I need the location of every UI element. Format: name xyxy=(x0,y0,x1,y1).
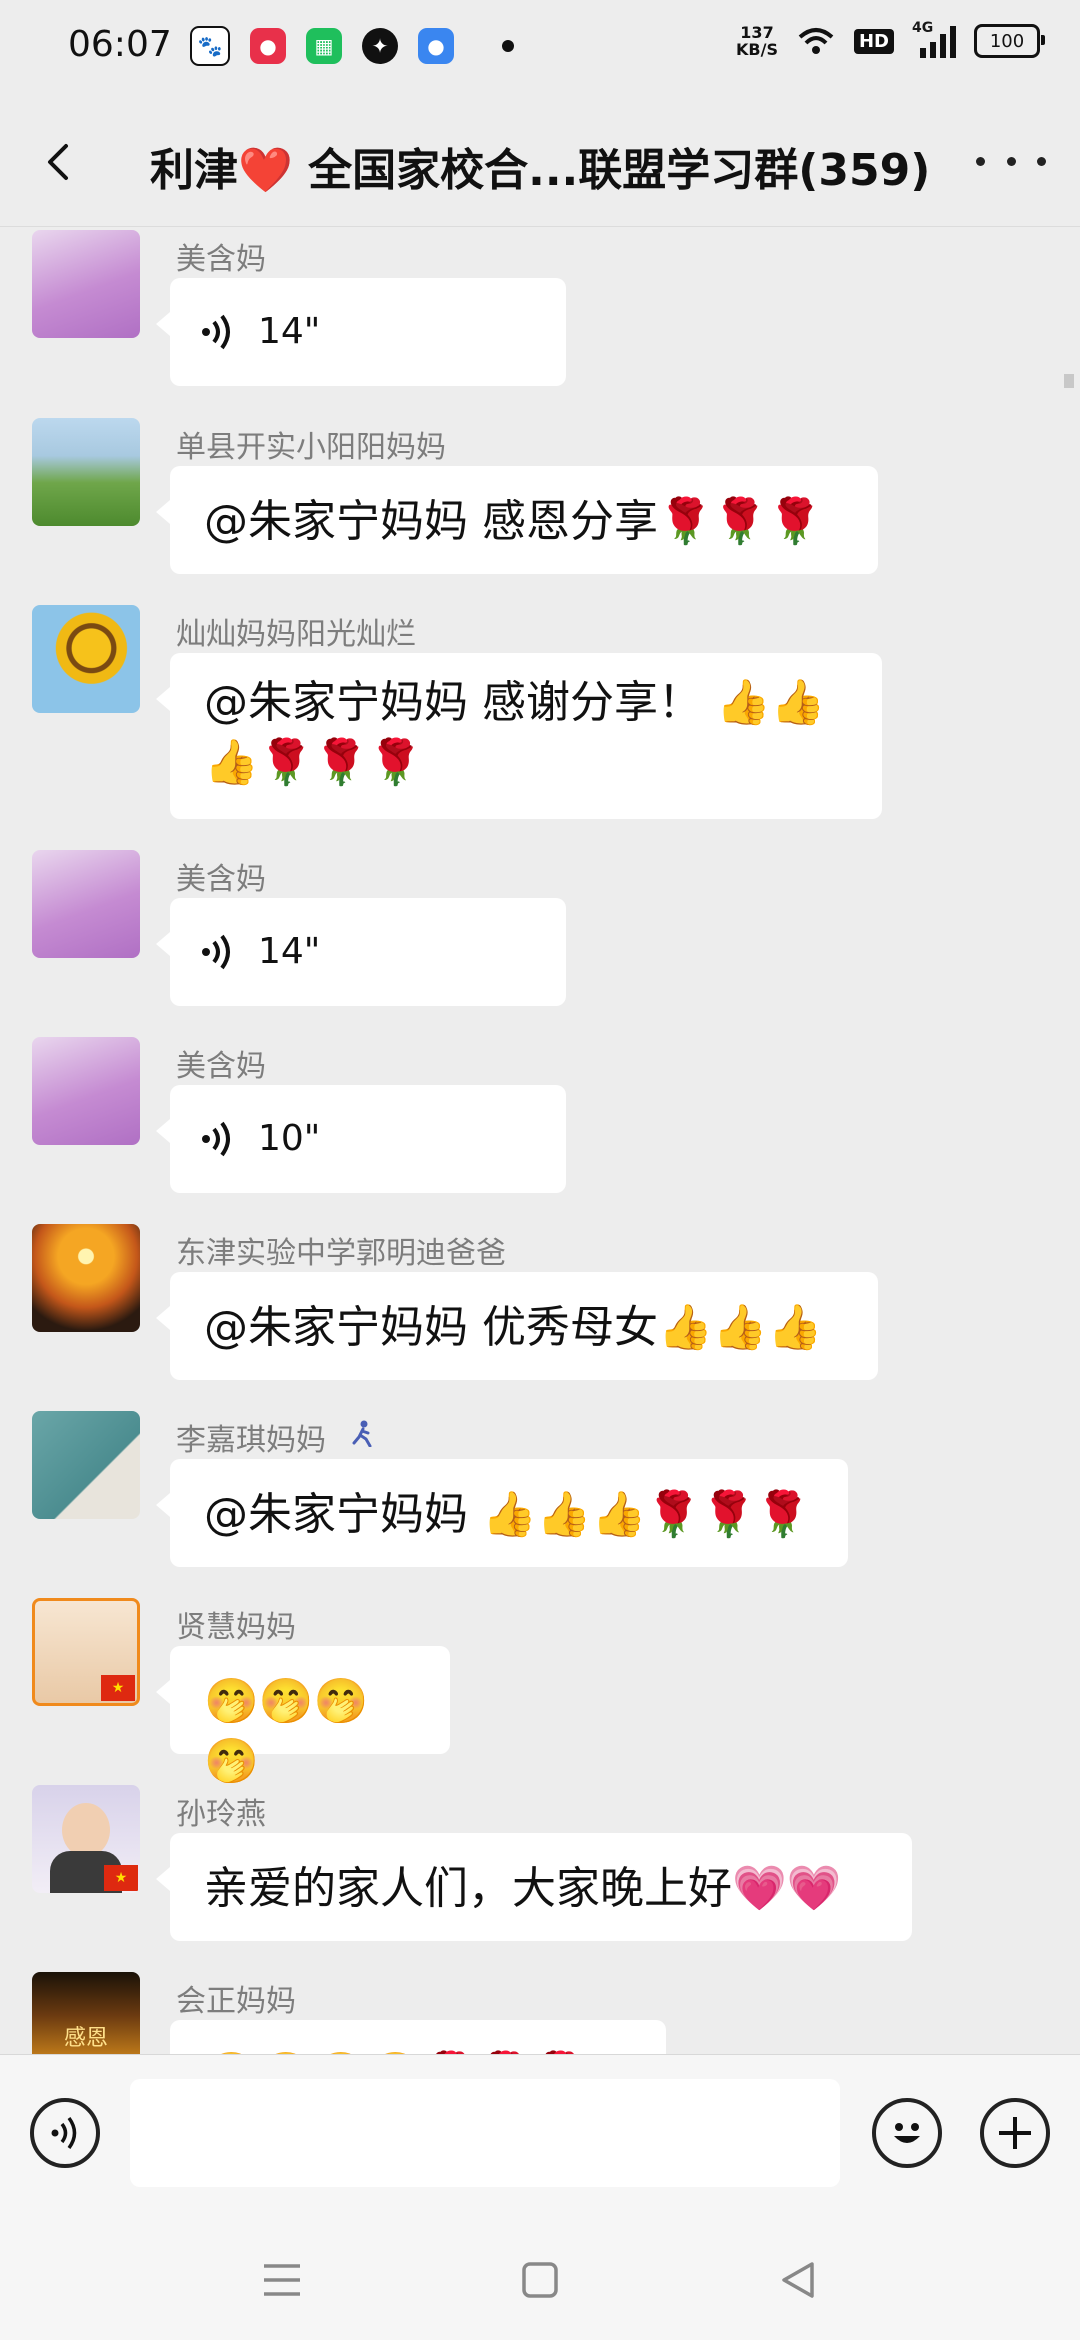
net-speed-unit: KB/S xyxy=(736,40,778,59)
sender-name: 美含妈 xyxy=(176,242,266,277)
status-app-icons: 🐾 ● ▦ ✦ ● xyxy=(190,26,514,66)
sender-name: 东津实验中学郭明迪爸爸 xyxy=(176,1236,506,1271)
net-speed: 137 KB/S xyxy=(736,24,778,58)
text-message-bubble[interactable]: 🤭🤭🤭🤭🌹🌹🌹🌹 xyxy=(170,2020,666,2054)
sender-name: 贤慧妈妈 xyxy=(176,1610,296,1645)
avatar-caption: 感恩 xyxy=(63,2026,108,2051)
net-speed-value: 137 xyxy=(740,23,774,42)
voice-wave-icon xyxy=(202,1121,230,1157)
walking-status-icon xyxy=(352,1420,372,1447)
voice-message-bubble[interactable]: 14" xyxy=(156,898,566,1006)
more-dot-icon xyxy=(1037,156,1046,166)
battery-icon: 100 xyxy=(974,24,1045,58)
sender-name: 单县开实小阳阳妈妈 xyxy=(176,430,446,465)
smiley-icon xyxy=(894,2123,920,2143)
message-input[interactable] xyxy=(130,2079,840,2187)
text-message-bubble[interactable]: @朱家宁妈妈 优秀母女👍👍👍 xyxy=(156,1272,878,1380)
more-dot-icon xyxy=(1006,156,1016,166)
avatar[interactable]: 感恩 xyxy=(32,1972,140,2054)
avatar[interactable]: ★ xyxy=(32,1785,140,1893)
sender-name: 美含妈 xyxy=(176,1049,266,1084)
back-arrow-icon[interactable] xyxy=(30,132,90,192)
home-icon[interactable] xyxy=(510,2250,570,2310)
battery-level: 100 xyxy=(989,30,1025,52)
hd-icon: HD xyxy=(853,28,894,54)
message-text: 🤭🤭🤭🤭 xyxy=(204,1676,369,1787)
avatar[interactable] xyxy=(32,230,140,338)
message-text: @朱家宁妈妈 👍👍👍🌹🌹🌹 xyxy=(204,1489,811,1540)
wifi-icon xyxy=(798,28,834,54)
more-dot-icon xyxy=(976,156,985,166)
text-message-bubble[interactable]: @朱家宁妈妈 感恩分享🌹🌹🌹 xyxy=(156,466,878,574)
emoji-button[interactable] xyxy=(872,2098,942,2168)
red-app-icon: ● xyxy=(250,28,286,64)
avatar[interactable] xyxy=(32,1411,140,1519)
voice-wave-icon xyxy=(51,2116,77,2150)
text-message-bubble[interactable]: @朱家宁妈妈 感谢分享！ 👍👍 👍🌹🌹🌹 xyxy=(156,653,882,819)
signal-icon: 4G xyxy=(912,20,956,58)
sender-name: 会正妈妈 xyxy=(176,1984,296,2019)
chat-title: 利津❤️ 全国家校合...联盟学习群(359) xyxy=(150,145,931,196)
avatar[interactable] xyxy=(32,850,140,958)
message-text: @朱家宁妈妈 优秀母女👍👍👍 xyxy=(204,1302,823,1353)
voice-message-bubble[interactable]: 10" xyxy=(156,1085,566,1193)
chat-app-icon: ● xyxy=(418,28,454,64)
status-indicators: 137 KB/S HD 4G 100 xyxy=(736,20,1045,58)
message-text: @朱家宁妈妈 感恩分享🌹🌹🌹 xyxy=(204,496,823,547)
voice-duration: 10" xyxy=(258,1118,321,1159)
flag-icon: ★ xyxy=(104,1865,138,1891)
text-message-bubble[interactable]: 亲爱的家人们，大家晚上好💗💗 xyxy=(156,1833,912,1941)
scroll-indicator[interactable] xyxy=(1064,374,1074,388)
notification-dot-icon xyxy=(502,40,514,52)
voice-duration: 14" xyxy=(258,931,321,972)
message-text-line: @朱家宁妈妈 感谢分享！ 👍👍 xyxy=(204,677,826,728)
voice-wave-icon xyxy=(202,314,230,350)
text-message-bubble[interactable]: 🤭🤭🤭🤭 xyxy=(156,1646,450,1787)
avatar[interactable] xyxy=(32,1224,140,1332)
status-time: 06:07 xyxy=(68,24,172,65)
sender-name: 灿灿妈妈阳光灿烂 xyxy=(176,617,416,652)
avatar[interactable]: ★ xyxy=(32,1598,140,1706)
avatar[interactable] xyxy=(32,418,140,526)
avatar[interactable] xyxy=(32,605,140,713)
status-bar: 06:07 🐾 ● ▦ ✦ ● 137 KB/S HD 4G 100 xyxy=(0,0,1080,96)
input-bar xyxy=(0,2054,1080,2221)
sender-name: 美含妈 xyxy=(176,862,266,897)
message-text-line: 👍🌹🌹🌹 xyxy=(204,737,424,788)
menu-icon[interactable] xyxy=(252,2250,312,2310)
message-list[interactable]: 美含妈 14" 单县开实小阳阳妈妈 @朱家宁妈妈 感恩分享🌹🌹🌹 灿灿妈妈阳光灿… xyxy=(0,226,1080,2054)
message-text: 亲爱的家人们，大家晚上好💗💗 xyxy=(204,1863,842,1914)
sender-name: 孙玲燕 xyxy=(176,1797,266,1832)
green-app-icon: ▦ xyxy=(306,28,342,64)
add-attachment-button[interactable] xyxy=(980,2098,1050,2168)
more-options-button[interactable] xyxy=(976,136,1046,186)
flag-icon: ★ xyxy=(101,1675,135,1701)
avatar[interactable] xyxy=(32,1037,140,1145)
bird-app-icon: ✦ xyxy=(362,28,398,64)
voice-message-bubble[interactable]: 14" xyxy=(156,278,566,386)
voice-input-button[interactable] xyxy=(30,2098,100,2168)
paw-app-icon: 🐾 xyxy=(190,26,230,66)
chat-header: 利津❤️ 全国家校合...联盟学习群(359) xyxy=(0,96,1080,227)
system-nav-bar xyxy=(0,2220,1080,2340)
text-message-bubble[interactable]: @朱家宁妈妈 👍👍👍🌹🌹🌹 xyxy=(156,1459,848,1567)
back-triangle-icon[interactable] xyxy=(768,2250,828,2310)
voice-wave-icon xyxy=(202,934,230,970)
plus-icon xyxy=(999,2117,1031,2149)
voice-duration: 14" xyxy=(258,311,321,352)
sender-name: 李嘉琪妈妈 xyxy=(176,1423,326,1458)
